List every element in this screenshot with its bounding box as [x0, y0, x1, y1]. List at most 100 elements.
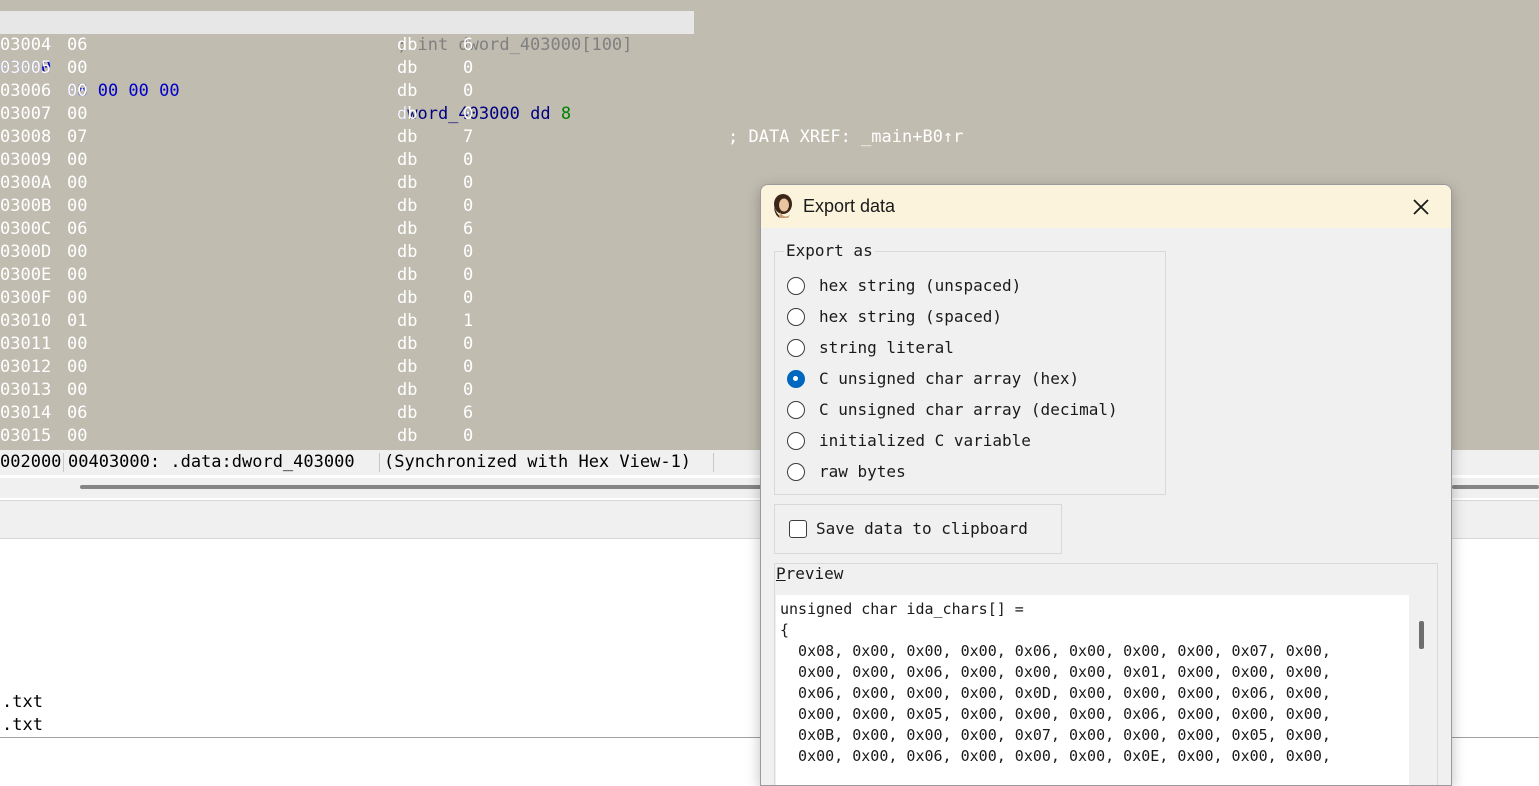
- row-operand: 0: [463, 150, 474, 170]
- row-bytes: 00: [67, 242, 88, 262]
- row-address: 03008: [0, 127, 52, 147]
- preview-title-rest: review: [785, 564, 844, 583]
- output-line: .txt: [2, 715, 43, 735]
- row-bytes: 00: [67, 150, 88, 170]
- row-operand: 7: [463, 127, 474, 147]
- ida-logo-icon: [774, 194, 792, 218]
- row-bytes: 00: [67, 380, 88, 400]
- row-address: 0300D: [0, 242, 52, 262]
- listing-row[interactable]: 03008 07 db 7: [0, 126, 1539, 149]
- export-option-label[interactable]: C unsigned char array (decimal): [819, 399, 1118, 421]
- row-address: 0300E: [0, 265, 52, 285]
- radio-button[interactable]: [787, 277, 805, 295]
- preview-line: 0x08, 0x00, 0x00, 0x00, 0x06, 0x00, 0x00…: [780, 642, 1331, 660]
- row-mnemonic: db: [397, 334, 418, 354]
- listing-row[interactable]: 03005 00 db 0: [0, 57, 1539, 80]
- sync-status: (Synchronized with Hex View-1): [384, 452, 692, 472]
- row-bytes: 00: [67, 426, 88, 446]
- dialog-title: Export data: [803, 196, 896, 216]
- row-operand: 0: [463, 334, 474, 354]
- close-icon[interactable]: [1407, 193, 1435, 221]
- row-bytes: 00: [67, 104, 88, 124]
- radio-button[interactable]: [787, 401, 805, 419]
- row-bytes: 07: [67, 127, 88, 147]
- radio-button[interactable]: [787, 339, 805, 357]
- clipboard-group: Save data to clipboard: [774, 504, 1062, 554]
- output-line: .txt: [2, 692, 43, 712]
- save-clipboard-checkbox[interactable]: [789, 520, 807, 538]
- row-mnemonic: db: [397, 288, 418, 308]
- row-bytes: 01: [67, 311, 88, 331]
- row-operand: 6: [463, 219, 474, 239]
- preview-line: 0x0B, 0x00, 0x00, 0x00, 0x07, 0x00, 0x00…: [780, 726, 1331, 744]
- row-address: 03009: [0, 150, 52, 170]
- listing-row-comment[interactable]: 03000 ; int dword_403000[100]: [0, 0, 1539, 55]
- export-data-dialog[interactable]: Export data Export as hex string (unspac…: [760, 184, 1452, 786]
- row-operand: 0: [463, 265, 474, 285]
- row-address: 03004: [0, 35, 52, 55]
- row-address: 0300C: [0, 219, 52, 239]
- scrollbar-thumb[interactable]: [80, 485, 780, 489]
- row-bytes: 06: [67, 219, 88, 239]
- file-offset: 002000: [0, 452, 62, 472]
- export-option[interactable]: raw bytes: [777, 461, 1157, 485]
- row-mnemonic: db: [397, 242, 418, 262]
- radio-button[interactable]: [787, 463, 805, 481]
- preview-textbox[interactable]: unsigned char ida_chars[] = { 0x08, 0x00,…: [776, 595, 1409, 785]
- row-operand: 0: [463, 426, 474, 446]
- row-mnemonic: db: [397, 380, 418, 400]
- export-option-label[interactable]: raw bytes: [819, 461, 906, 483]
- scrollbar-thumb[interactable]: [1419, 621, 1424, 649]
- row-address: 03014: [0, 403, 52, 423]
- listing-row-selected[interactable]: 03000 08 00 00 00 dword_403000 dd 8 ; DA…: [0, 11, 1539, 147]
- export-option-label[interactable]: initialized C variable: [819, 430, 1031, 452]
- row-bytes: 00: [67, 334, 88, 354]
- preview-line: unsigned char ida_chars[] =: [780, 600, 1024, 618]
- preview-line: 0x00, 0x00, 0x06, 0x00, 0x00, 0x00, 0x0E…: [780, 747, 1331, 765]
- export-option[interactable]: string literal: [777, 337, 1157, 361]
- export-option[interactable]: C unsigned char array (decimal): [777, 399, 1157, 423]
- export-as-group: Export as hex string (unspaced) hex strin…: [774, 241, 1166, 495]
- radio-button[interactable]: [787, 308, 805, 326]
- listing-row[interactable]: 03004 06 db 6: [0, 34, 1539, 57]
- row-operand: 6: [463, 35, 474, 55]
- row-operand: 0: [463, 81, 474, 101]
- row-mnemonic: db: [397, 104, 418, 124]
- export-option-label[interactable]: string literal: [819, 337, 954, 359]
- row-address: 03015: [0, 426, 52, 446]
- export-option-label[interactable]: hex string (spaced): [819, 306, 1002, 328]
- row-address: 03007: [0, 104, 52, 124]
- listing-row[interactable]: 03009 00 db 0: [0, 149, 1539, 172]
- dialog-titlebar[interactable]: Export data: [761, 185, 1451, 228]
- preview-vertical-scrollbar[interactable]: [1409, 595, 1435, 785]
- scrollbar-thumb-right[interactable]: [1452, 485, 1539, 489]
- radio-button[interactable]: [787, 370, 805, 388]
- row-bytes: 00: [67, 265, 88, 285]
- row-address: 0300A: [0, 173, 52, 193]
- preview-line: {: [780, 621, 790, 639]
- row-mnemonic: db: [397, 426, 418, 446]
- export-option-label[interactable]: hex string (unspaced): [819, 275, 1021, 297]
- row-mnemonic: db: [397, 357, 418, 377]
- export-option-label[interactable]: C unsigned char array (hex): [819, 368, 1079, 390]
- row-operand: 6: [463, 403, 474, 423]
- row-operand: 0: [463, 104, 474, 124]
- export-option[interactable]: C unsigned char array (hex): [777, 368, 1157, 392]
- row-operand: 1: [463, 311, 474, 331]
- row-address: 0300B: [0, 196, 52, 216]
- listing-row[interactable]: 03006 00 db 0: [0, 80, 1539, 103]
- save-clipboard-label[interactable]: Save data to clipboard: [816, 518, 1028, 540]
- row-mnemonic: db: [397, 58, 418, 78]
- listing-row[interactable]: 03007 00 db 0: [0, 103, 1539, 126]
- radio-button[interactable]: [787, 432, 805, 450]
- export-option[interactable]: initialized C variable: [777, 430, 1157, 454]
- export-as-title: Export as: [784, 241, 875, 260]
- row-mnemonic: db: [397, 196, 418, 216]
- row-bytes: 06: [67, 35, 88, 55]
- row-bytes: 00: [67, 81, 88, 101]
- row-address: 03011: [0, 334, 52, 354]
- preview-line: 0x00, 0x00, 0x06, 0x00, 0x00, 0x00, 0x01…: [780, 663, 1331, 681]
- export-option[interactable]: hex string (unspaced): [777, 275, 1157, 299]
- export-option[interactable]: hex string (spaced): [777, 306, 1157, 330]
- row-bytes: 00: [67, 288, 88, 308]
